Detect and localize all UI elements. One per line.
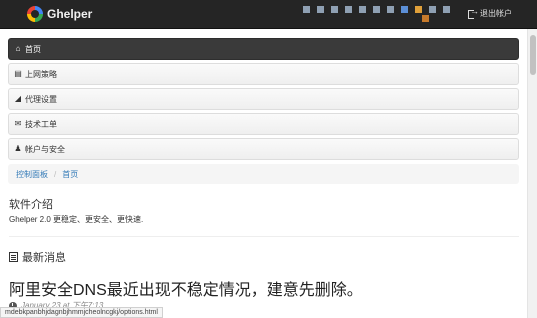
nav-item-tickets[interactable]: ✉ 技术工单 <box>8 113 519 135</box>
breadcrumb-dashboard-link[interactable]: 控制面板 <box>16 169 48 180</box>
nav-item-policy[interactable]: ▤ 上网策略 <box>8 63 519 85</box>
browser-status-bar: mdebkpanbhjdagnbjhmmjcheolncgkj/options.… <box>0 307 163 318</box>
top-navbar: Ghelper 退出帐户 <box>0 0 537 29</box>
scrollbar[interactable] <box>527 29 537 318</box>
newspaper-icon <box>9 252 18 262</box>
breadcrumb-home-link[interactable]: 首页 <box>62 169 78 180</box>
news-title-text: 最新消息 <box>22 252 66 264</box>
news-headline[interactable]: 阿里安全DNS最近出现不稳定情况，建意先删除。 <box>9 276 363 300</box>
nav-item-label: 代理设置 <box>25 94 57 104</box>
nav-item-label: 帐户与安全 <box>25 144 65 154</box>
nav-item-account[interactable]: ♟ 帐户与安全 <box>8 138 519 160</box>
envelope-icon: ✉ <box>14 119 22 128</box>
home-icon: ⌂ <box>15 44 21 53</box>
breadcrumb-separator: / <box>54 169 57 179</box>
divider <box>9 236 519 237</box>
nav-item-label: 上网策略 <box>25 69 57 79</box>
nav-item-label: 技术工单 <box>25 119 57 129</box>
logout-button[interactable]: 退出帐户 <box>468 6 512 19</box>
ghelper-logo-icon[interactable] <box>27 6 43 22</box>
breadcrumb: 控制面板 / 首页 <box>8 164 519 184</box>
nav-item-home[interactable]: ⌂ 首页 <box>8 38 519 60</box>
brand-name[interactable]: Ghelper <box>47 7 92 21</box>
sidebar-nav: ⌂ 首页 ▤ 上网策略 ◢ 代理设置 ✉ 技术工单 ♟ 帐户与安全 <box>8 38 519 163</box>
news-section-title: 最新消息 <box>9 249 66 265</box>
user-icon: ♟ <box>14 144 22 153</box>
list-icon: ▤ <box>14 69 22 78</box>
scrollbar-thumb[interactable] <box>530 35 536 75</box>
logout-label: 退出帐户 <box>480 9 512 18</box>
logout-icon <box>468 6 479 19</box>
about-title: 软件介绍 <box>9 199 53 211</box>
signal-icon: ◢ <box>14 94 22 103</box>
nav-item-label: 首页 <box>25 44 41 54</box>
decorative-squares <box>303 6 453 22</box>
about-text: Ghelper 2.0 更稳定、更安全、更快速. <box>9 215 144 224</box>
nav-item-proxy[interactable]: ◢ 代理设置 <box>8 88 519 110</box>
